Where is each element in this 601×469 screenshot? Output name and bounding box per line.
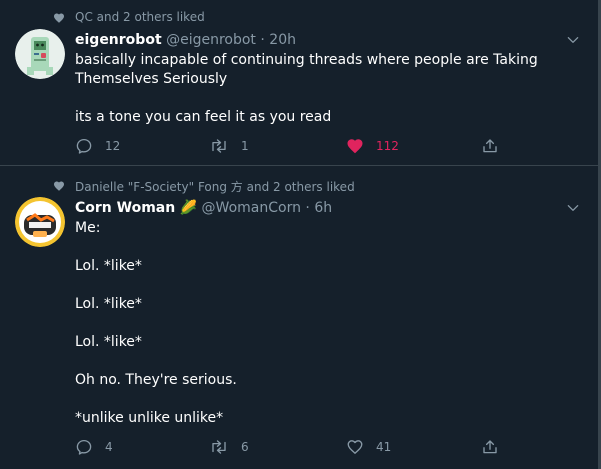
display-name[interactable]: Corn Woman	[75, 200, 175, 216]
tweet-text-line: Lol. *like*	[75, 296, 142, 312]
reply-icon	[76, 138, 92, 154]
tweet-header: Corn Woman 🌽 @WomanCorn · 6h	[75, 199, 332, 217]
like-icon	[347, 139, 363, 154]
reply-count: 12	[105, 139, 121, 153]
corn-emoji: 🌽	[179, 200, 198, 216]
tweet-text-line: Oh no. They're serious.	[75, 372, 237, 388]
tweet-text-line: Me:	[75, 220, 101, 236]
like-button[interactable]: 41	[346, 438, 391, 456]
like-icon	[347, 440, 363, 454]
display-name[interactable]: eigenrobot	[75, 32, 162, 48]
share-icon	[483, 139, 497, 153]
chevron-down-icon[interactable]	[566, 33, 580, 47]
avatar[interactable]	[15, 29, 65, 79]
separator-dot: ·	[305, 200, 310, 216]
tweet-text-line: Themselves Seriously	[75, 71, 228, 87]
reply-button[interactable]: 4	[75, 438, 113, 456]
like-count: 112	[376, 139, 399, 153]
tweet-text-line: its a tone you can feel it as you read	[75, 109, 332, 125]
retweet-icon	[212, 139, 226, 153]
reply-count: 4	[105, 440, 113, 454]
social-context[interactable]: QC and 2 others liked	[75, 10, 205, 24]
user-handle[interactable]: @WomanCorn	[202, 200, 301, 216]
timestamp[interactable]: 6h	[314, 200, 332, 216]
share-icon	[483, 440, 497, 454]
reply-button[interactable]: 12	[75, 137, 120, 155]
retweet-button[interactable]: 6	[209, 438, 249, 456]
social-context[interactable]: Danielle "F-Society" Fong 方 and 2 others…	[75, 178, 355, 195]
like-count: 41	[376, 440, 392, 454]
chevron-down-icon[interactable]	[566, 201, 580, 215]
share-button[interactable]	[481, 438, 499, 456]
user-handle[interactable]: @eigenrobot	[166, 32, 256, 48]
like-button[interactable]: 112	[346, 137, 399, 155]
tweet-header: eigenrobot @eigenrobot · 20h	[75, 31, 296, 49]
tweet-text-line: basically incapable of continuing thread…	[75, 52, 538, 68]
heart-icon	[54, 13, 64, 23]
reply-icon	[76, 439, 92, 455]
heart-icon	[54, 181, 64, 191]
retweet-count: 1	[241, 139, 249, 153]
retweet-count: 6	[241, 440, 249, 454]
separator-dot: ·	[260, 32, 265, 48]
timestamp[interactable]: 20h	[269, 32, 296, 48]
retweet-button[interactable]: 1	[209, 137, 249, 155]
tweet-corn-woman[interactable]: Danielle "F-Society" Fong 方 and 2 others…	[0, 167, 598, 469]
tweet-eigenrobot[interactable]: QC and 2 others liked eigenrobot @eigenr…	[0, 0, 598, 166]
avatar[interactable]	[15, 197, 65, 247]
tweet-text-line: Lol. *like*	[75, 258, 142, 274]
tweet-text-line: Lol. *like*	[75, 334, 142, 350]
share-button[interactable]	[481, 137, 499, 155]
retweet-icon	[212, 440, 226, 454]
tweet-text-line: *unlike unlike unlike*	[75, 410, 224, 426]
